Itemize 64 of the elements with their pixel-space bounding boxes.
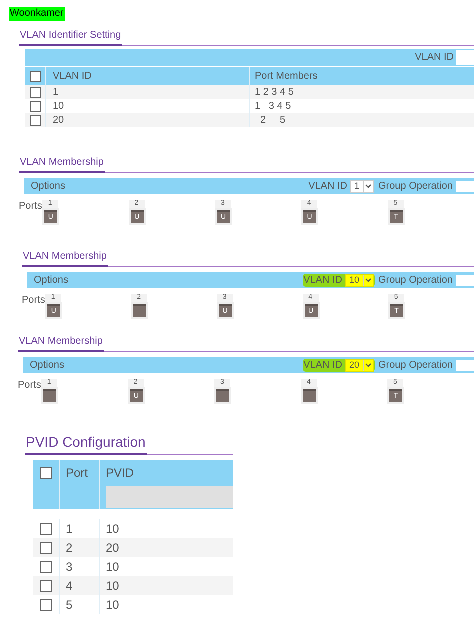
table-cell: 10 [106,578,120,592]
checkbox[interactable] [30,70,40,82]
checkbox[interactable] [40,522,52,534]
table-cell: 10 [106,598,120,612]
section-title: VLAN Identifier Setting [19,30,122,46]
checkbox[interactable] [40,580,52,592]
checkbox[interactable] [40,560,52,572]
table-cell: 10 [53,100,64,112]
checkbox[interactable] [40,466,52,478]
column-header: Port Members [255,70,318,82]
table-cell: 5 [66,598,73,612]
column-header: PVID [106,466,134,480]
field-label: VLAN ID [304,274,342,286]
filter-input[interactable] [456,50,474,65]
checkbox[interactable] [40,598,52,610]
table-cell: 10 [106,560,120,574]
table-cell: 4 [66,578,73,592]
options-label: Options [30,360,66,370]
vlan-dropdown[interactable]: 1 [350,180,374,192]
ports-label: Ports [19,200,42,212]
options-label: Options [34,274,70,286]
checkbox[interactable] [30,114,40,126]
field-label: Group Operation [378,360,453,370]
group-operation-input[interactable] [456,180,474,192]
ports-label: Ports [22,294,46,306]
field-label: VLAN ID [304,360,342,370]
table-cell: 20 [106,540,120,554]
checkbox[interactable] [40,542,52,554]
filter-input[interactable] [106,486,233,508]
checkbox[interactable] [30,86,40,98]
chevron-down-icon [362,360,372,370]
ethernet-port-icon[interactable] [41,387,58,404]
section-title: VLAN Membership [22,251,108,267]
ethernet-port-icon[interactable] [300,387,318,404]
table-cell: 1 [53,86,59,98]
chevron-down-icon [362,274,372,286]
vlan-dropdown[interactable]: 20 [345,358,374,372]
ethernet-port-icon[interactable] [131,302,148,319]
field-label: VLAN ID [308,180,348,192]
filter-label: VLAN ID [415,52,454,63]
table-cell: 1 3 4 5 [255,100,292,112]
checkbox[interactable] [30,100,40,112]
table-cell: 2 [66,540,73,554]
section-title: PVID Configuration [25,434,147,455]
table-cell: 20 [53,114,64,126]
field-label: Group Operation [378,180,453,192]
table-cell: 1 2 3 4 5 [255,86,294,98]
ports-label: Ports [18,379,42,391]
section-title: VLAN Membership [18,336,104,352]
field-label: Group Operation [378,274,453,286]
group-operation-input[interactable] [456,274,474,286]
column-header: Port [66,466,88,480]
location-label: Woonkamer [9,7,65,21]
section-title: VLAN Membership [19,157,105,173]
chevron-down-icon [362,180,372,192]
column-header: VLAN ID [53,70,92,82]
table-cell: 3 [66,560,73,574]
options-label: Options [31,180,66,192]
group-operation-input[interactable] [456,360,474,370]
table-cell: 10 [106,522,120,536]
vlan-dropdown[interactable]: 10 [345,274,374,286]
table-cell-text: 2 5 [260,114,286,126]
table-cell: 1 [66,522,73,536]
ethernet-port-icon[interactable] [214,387,232,404]
